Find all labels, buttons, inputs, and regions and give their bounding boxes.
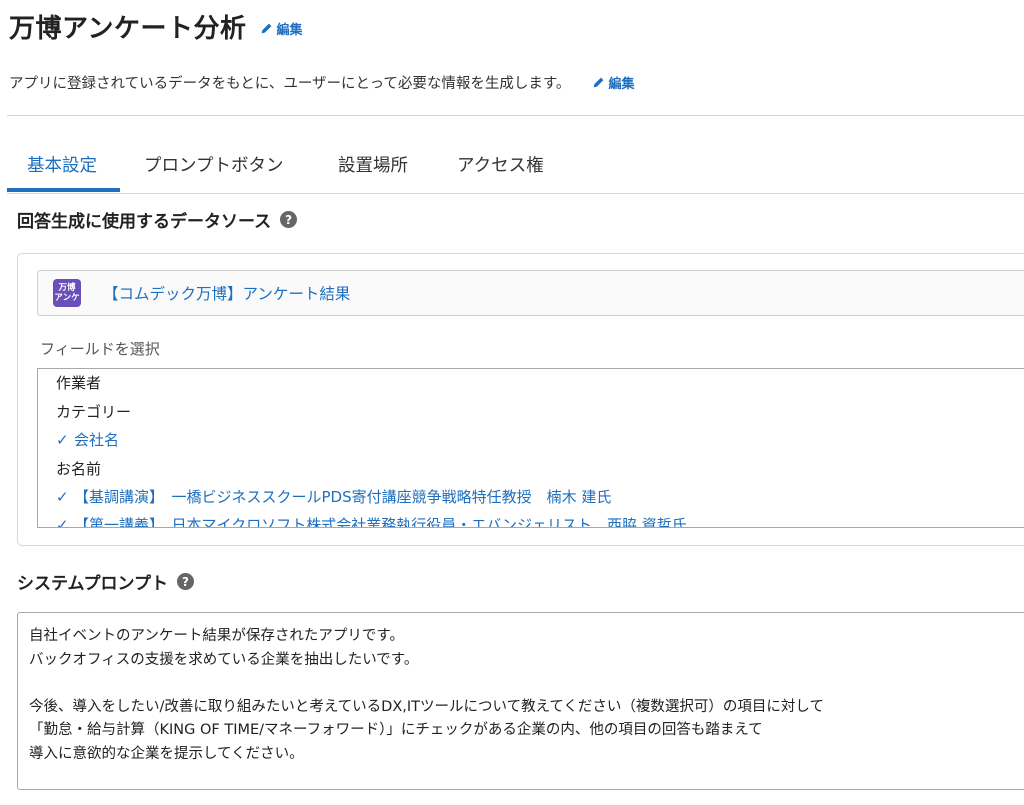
field-label: カテゴリー: [56, 403, 132, 421]
app-icon-text-top: 万博: [58, 283, 76, 293]
prompt-line: 自社イベントのアンケート結果が保存されたアプリです。: [29, 628, 404, 644]
page-description: アプリに登録されているデータをもとに、ユーザーにとって必要な情報を生成します。: [9, 76, 571, 92]
list-item[interactable]: カテゴリー: [56, 401, 131, 422]
system-prompt-heading: システムプロンプト ?: [17, 569, 194, 594]
checkmark-icon: ✓: [56, 431, 69, 449]
field-label: 作業者: [56, 374, 102, 392]
system-prompt-title: システムプロンプト: [17, 574, 168, 594]
list-item[interactable]: 作業者: [56, 372, 101, 393]
description-row: アプリに登録されているデータをもとに、ユーザーにとって必要な情報を生成します。 …: [9, 72, 634, 93]
field-list[interactable]: 作業者 カテゴリー ✓ 会社名 お名前 ✓ 【基調講演】 一橋ビジネススクールPDS…: [37, 368, 1024, 528]
field-label: お名前: [56, 460, 102, 478]
data-source-title: 回答生成に使用するデータソース: [17, 212, 272, 232]
prompt-line: 今後、導入をしたい/改善に取り組みたいと考えているDX,ITツールについて教えて…: [29, 698, 824, 715]
list-item[interactable]: ✓ 【基調講演】 一橋ビジネススクールPDS寄付講座競争戦略特任教授 楠木 建氏: [56, 486, 611, 507]
title-edit-link[interactable]: 編集: [260, 19, 302, 38]
tab-location[interactable]: 設置場所: [338, 152, 408, 177]
field-select-label: フィールドを選択: [40, 340, 160, 358]
system-prompt-textarea[interactable]: 自社イベントのアンケート結果が保存されたアプリです。 バックオフィスの支援を求め…: [17, 612, 1024, 790]
header-divider: [7, 115, 1024, 116]
settings-tabs: 基本設定 プロンプトボタン 設置場所 アクセス権: [7, 138, 1024, 194]
help-icon[interactable]: ?: [176, 573, 194, 590]
app-selector[interactable]: 万博 アンケ 【コムデック万博】アンケート結果: [37, 270, 1024, 316]
field-label: 会社名: [74, 431, 120, 449]
prompt-line: 「勤怠・給与計算（KING OF TIME/マネーフォワード）」にチェックがある…: [29, 722, 763, 738]
field-label: 【基調講演】 一橋ビジネススクールPDS寄付講座競争戦略特任教授 楠木 建氏: [74, 488, 612, 506]
tab-basic-settings[interactable]: 基本設定: [27, 152, 97, 177]
tab-access-rights[interactable]: アクセス権: [457, 152, 544, 177]
list-item[interactable]: ✓ 【第一講義】 日本マイクロソフト株式会社業務執行役員・エバンジェリスト 西脇 …: [56, 514, 687, 528]
prompt-line: バックオフィスの支援を求めている企業を抽出したいです。: [29, 651, 419, 668]
checkmark-icon: ✓: [56, 516, 69, 528]
app-name-link[interactable]: 【コムデック万博】アンケート結果: [103, 282, 350, 304]
list-item[interactable]: ✓ 会社名: [56, 429, 119, 450]
pencil-icon: [262, 23, 272, 34]
title-edit-label: 編集: [276, 23, 303, 38]
prompt-line: [29, 672, 1024, 696]
data-source-heading: 回答生成に使用するデータソース ?: [17, 207, 298, 232]
help-icon[interactable]: ?: [280, 211, 298, 228]
checkmark-icon: ✓: [56, 488, 69, 506]
description-edit-link[interactable]: 編集: [592, 73, 634, 92]
app-icon: 万博 アンケ: [53, 279, 81, 307]
list-item[interactable]: お名前: [56, 458, 101, 479]
tab-prompt-button[interactable]: プロンプトボタン: [144, 152, 283, 177]
page-title: 万博アンケート分析: [9, 14, 247, 44]
page-header: 万博アンケート分析 編集: [9, 8, 302, 45]
description-edit-label: 編集: [608, 77, 635, 92]
active-tab-indicator: [7, 188, 120, 192]
field-label: 【第一講義】 日本マイクロソフト株式会社業務執行役員・エバンジェリスト 西脇 資…: [74, 516, 687, 528]
app-icon-text-bottom: アンケ: [54, 293, 80, 303]
pencil-icon: [594, 77, 604, 88]
prompt-line: 導入に意欲的な企業を提示してください。: [29, 745, 304, 762]
